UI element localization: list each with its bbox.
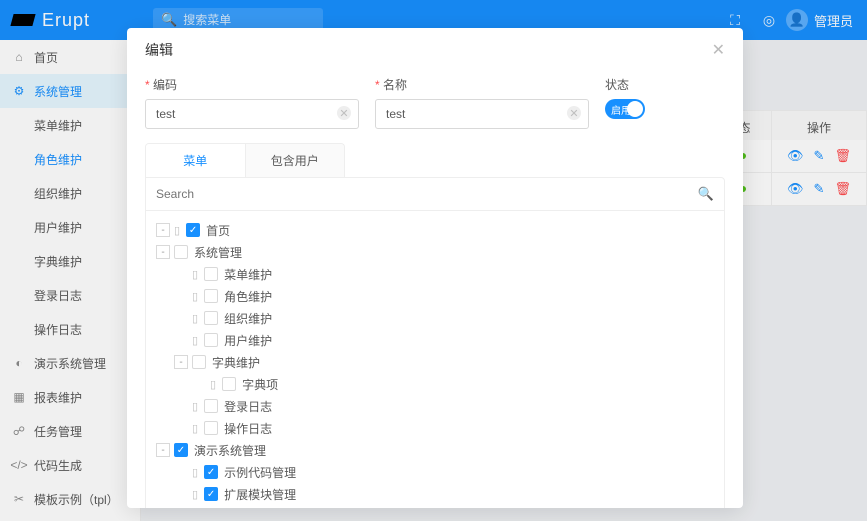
search-icon[interactable]: 🔍 bbox=[698, 186, 714, 202]
menu-tree: -▯首页-系统管理▯菜单维护▯角色维护▯组织维护▯用户维护-字典维护▯字典项▯登… bbox=[145, 211, 725, 508]
tree-node-label: 扩展模块管理 bbox=[224, 486, 296, 503]
clear-name-icon[interactable]: ✕ bbox=[567, 106, 581, 120]
tree-node-label: 系统管理 bbox=[194, 244, 242, 261]
tree-node[interactable]: - 系统管理 bbox=[152, 241, 718, 263]
checkbox[interactable] bbox=[174, 245, 188, 259]
tree-node[interactable]: ▯ 菜单维护 bbox=[152, 263, 718, 285]
tree-node[interactable]: ▯ 用户维护 bbox=[152, 329, 718, 351]
tree-node-label: 字典维护 bbox=[212, 354, 260, 371]
checkbox[interactable] bbox=[204, 399, 218, 413]
tree-node[interactable]: -▯ 首页 bbox=[152, 219, 718, 241]
checkbox[interactable] bbox=[204, 311, 218, 325]
file-icon: ▯ bbox=[174, 224, 180, 237]
checkbox[interactable] bbox=[204, 267, 218, 281]
collapse-icon[interactable]: - bbox=[156, 443, 170, 457]
status-switch[interactable]: 启用 bbox=[605, 99, 645, 119]
status-label: 状态 bbox=[605, 76, 725, 93]
collapse-icon[interactable]: - bbox=[156, 223, 170, 237]
tree-node[interactable]: ▯ 登录日志 bbox=[152, 395, 718, 417]
file-icon: ▯ bbox=[192, 422, 198, 435]
checkbox[interactable] bbox=[174, 443, 188, 457]
tree-node[interactable]: ▯ 字典项 bbox=[152, 373, 718, 395]
name-input[interactable] bbox=[375, 99, 589, 129]
tree-node[interactable]: - 字典维护 bbox=[152, 351, 718, 373]
file-icon: ▯ bbox=[192, 400, 198, 413]
switch-knob-icon bbox=[627, 101, 643, 117]
tree-node-label: 角色维护 bbox=[224, 288, 272, 305]
checkbox[interactable] bbox=[222, 377, 236, 391]
tree-search: 🔍 bbox=[145, 177, 725, 211]
checkbox[interactable] bbox=[186, 223, 200, 237]
collapse-icon[interactable]: - bbox=[156, 245, 170, 259]
tree-node-label: 组织维护 bbox=[224, 310, 272, 327]
tree-node[interactable]: ▯ 操作日志 bbox=[152, 417, 718, 439]
collapse-icon[interactable]: - bbox=[174, 355, 188, 369]
checkbox[interactable] bbox=[204, 333, 218, 347]
file-icon: ▯ bbox=[192, 334, 198, 347]
checkbox[interactable] bbox=[204, 289, 218, 303]
tree-node-label: 字典项 bbox=[242, 376, 278, 393]
modal-title: 编辑 bbox=[145, 40, 173, 60]
tree-node-label: 用户维护 bbox=[224, 332, 272, 349]
code-label: 编码 bbox=[145, 76, 359, 93]
tree-search-input[interactable] bbox=[156, 187, 698, 201]
checkbox[interactable] bbox=[204, 421, 218, 435]
tree-node[interactable]: ▯ 示例代码管理 bbox=[152, 461, 718, 483]
clear-code-icon[interactable]: ✕ bbox=[337, 106, 351, 120]
checkbox[interactable] bbox=[192, 355, 206, 369]
checkbox[interactable] bbox=[204, 465, 218, 479]
modal-tabs: 菜单 包含用户 bbox=[145, 143, 345, 177]
tree-node[interactable]: - 演示系统管理 bbox=[152, 439, 718, 461]
tree-node-label: 菜单维护 bbox=[224, 266, 272, 283]
tree-node-label: 操作日志 bbox=[224, 420, 272, 437]
tab-menu[interactable]: 菜单 bbox=[146, 144, 245, 177]
close-icon[interactable]: ✕ bbox=[712, 40, 725, 60]
edit-modal: 编辑 ✕ 编码 ✕ 名称 ✕ 状态 启用 bbox=[127, 28, 743, 508]
tree-node-label: 首页 bbox=[206, 222, 230, 239]
tree-node[interactable]: ▯ 扩展模块管理 bbox=[152, 483, 718, 505]
code-input[interactable] bbox=[145, 99, 359, 129]
file-icon: ▯ bbox=[192, 312, 198, 325]
tab-users[interactable]: 包含用户 bbox=[245, 144, 345, 177]
file-icon: ▯ bbox=[192, 488, 198, 501]
tree-node[interactable]: ▯ 角色维护 bbox=[152, 285, 718, 307]
file-icon: ▯ bbox=[192, 290, 198, 303]
file-icon: ▯ bbox=[210, 378, 216, 391]
tree-node-label: 登录日志 bbox=[224, 398, 272, 415]
checkbox[interactable] bbox=[204, 487, 218, 501]
tree-node[interactable]: ▯ 组织维护 bbox=[152, 307, 718, 329]
tree-node-label: 示例代码管理 bbox=[224, 464, 296, 481]
name-label: 名称 bbox=[375, 76, 589, 93]
tree-node-label: 演示系统管理 bbox=[194, 442, 266, 459]
file-icon: ▯ bbox=[192, 466, 198, 479]
file-icon: ▯ bbox=[192, 268, 198, 281]
